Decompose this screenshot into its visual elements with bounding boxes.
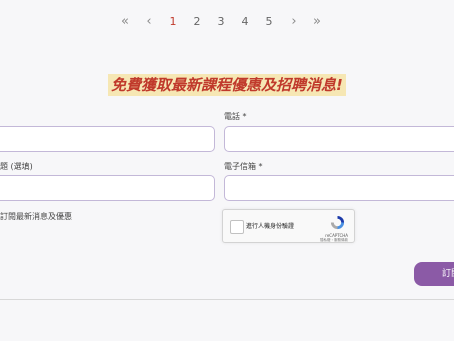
page-2-link[interactable]: 2 xyxy=(190,14,204,30)
topic-input[interactable] xyxy=(0,175,215,201)
next-page-icon[interactable]: › xyxy=(287,14,301,30)
email-label: 電子信箱 * xyxy=(224,162,263,171)
first-page-icon[interactable]: « xyxy=(118,14,132,30)
promo-headline: 免費獲取最新課程優惠及招聘消息! xyxy=(108,74,346,96)
last-page-icon[interactable]: » xyxy=(310,14,324,30)
subscribe-button[interactable]: 訂閱 xyxy=(414,262,454,286)
recaptcha-logo-icon xyxy=(330,215,345,230)
captcha-terms[interactable]: 隱私權・服務條款 xyxy=(320,238,348,243)
pagination: « ‹ 1 2 3 4 5 › » xyxy=(0,14,454,30)
page-1-link[interactable]: 1 xyxy=(166,14,180,30)
prev-page-icon[interactable]: ‹ xyxy=(142,14,156,30)
email-input[interactable] xyxy=(224,175,454,201)
name-input[interactable] xyxy=(0,126,215,152)
divider xyxy=(0,299,454,300)
recaptcha-widget: 進行人機身份驗證 reCAPTCHA 隱私權・服務條款 xyxy=(222,209,355,243)
phone-input[interactable] xyxy=(224,126,454,152)
captcha-text: 進行人機身份驗證 xyxy=(246,223,295,230)
subscribe-news-label[interactable]: 訂閱最新消息及優惠 xyxy=(0,212,72,222)
page-3-link[interactable]: 3 xyxy=(214,14,228,30)
captcha-checkbox[interactable] xyxy=(230,220,244,234)
page-4-link[interactable]: 4 xyxy=(238,14,252,30)
topic-label: 題 (選填) xyxy=(0,162,33,171)
phone-label: 電話 * xyxy=(224,112,247,121)
page-5-link[interactable]: 5 xyxy=(262,14,276,30)
